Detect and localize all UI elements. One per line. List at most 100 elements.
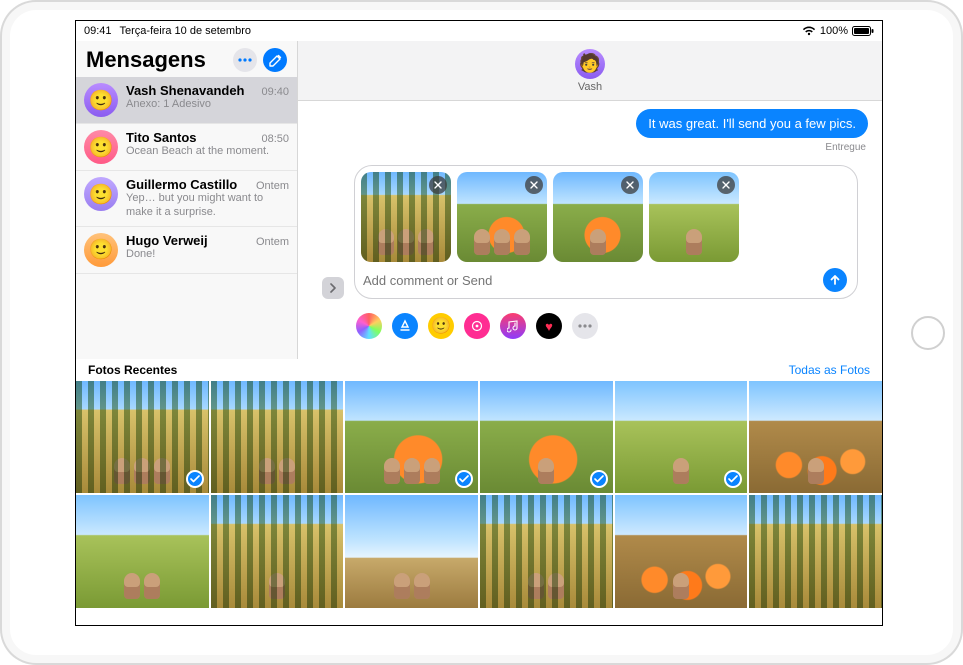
- close-icon: [530, 181, 538, 189]
- screen: 09:41 Terça-feira 10 de setembro 100% Me…: [75, 20, 883, 626]
- sidebar-header: Mensagens: [76, 41, 297, 77]
- delivered-label: Entregue: [312, 142, 868, 153]
- photo-thumb: [480, 495, 613, 607]
- contact-name: Vash: [578, 81, 602, 93]
- app-music-icon[interactable]: [500, 313, 526, 339]
- conversation-preview: Ocean Beach at the moment.: [126, 145, 289, 159]
- conversation-time: 09:40: [261, 86, 289, 98]
- staged-photo[interactable]: [361, 172, 451, 262]
- conversation-name: Guillermo Castillo: [126, 177, 250, 192]
- photo-thumb: [615, 495, 748, 607]
- compose-icon: [269, 54, 282, 67]
- conversation-item[interactable]: 🙂 Hugo Verweij Ontem Done!: [76, 227, 297, 274]
- app-memoji-icon[interactable]: 🙂: [428, 313, 454, 339]
- conversation-item[interactable]: 🙂 Tito Santos 08:50 Ocean Beach at the m…: [76, 124, 297, 171]
- conversation-list[interactable]: 🙂 Vash Shenavandeh 09:40 Anexo: 1 Adesiv…: [76, 77, 297, 359]
- conversation-time: Ontem: [256, 236, 289, 248]
- photo-cell[interactable]: [345, 381, 478, 493]
- photo-grid[interactable]: [76, 381, 882, 608]
- conversation-time: Ontem: [256, 180, 289, 192]
- remove-photo-button[interactable]: [429, 176, 447, 194]
- status-bar: 09:41 Terça-feira 10 de setembro 100%: [76, 21, 882, 41]
- avatar: 🙂: [84, 83, 118, 117]
- photo-cell[interactable]: [480, 381, 613, 493]
- conversation-preview: Yep… but you might want to make it a sur…: [126, 192, 289, 220]
- photos-drawer: Fotos Recentes Todas as Fotos: [76, 359, 882, 625]
- send-button[interactable]: [823, 268, 847, 292]
- compose-staging: [354, 165, 858, 299]
- contact-avatar: 🧑: [575, 49, 605, 79]
- remove-photo-button[interactable]: [621, 176, 639, 194]
- conversation-item[interactable]: 🙂 Vash Shenavandeh 09:40 Anexo: 1 Adesiv…: [76, 77, 297, 124]
- photo-cell[interactable]: [615, 495, 748, 607]
- conversation-preview: Anexo: 1 Adesivo: [126, 98, 289, 112]
- remove-photo-button[interactable]: [525, 176, 543, 194]
- drawer-title: Fotos Recentes: [88, 363, 177, 377]
- all-photos-link[interactable]: Todas as Fotos: [789, 363, 870, 377]
- app-digitaltouch-icon[interactable]: [464, 313, 490, 339]
- sidebar-title: Mensagens: [86, 47, 227, 73]
- staged-photo[interactable]: [553, 172, 643, 262]
- photo-cell[interactable]: [749, 495, 882, 607]
- selected-check-icon: [590, 470, 608, 488]
- ellipsis-icon: [238, 58, 252, 62]
- app-photos-icon[interactable]: [356, 313, 382, 339]
- close-icon: [626, 181, 634, 189]
- conversation-header[interactable]: 🧑 Vash: [298, 41, 882, 101]
- status-time: 09:41: [84, 25, 112, 37]
- avatar: 🙂: [84, 177, 118, 211]
- photo-thumb: [345, 495, 478, 607]
- conversation-preview: Done!: [126, 248, 289, 262]
- photo-cell[interactable]: [76, 381, 209, 493]
- photo-cell[interactable]: [211, 495, 344, 607]
- photo-cell[interactable]: [749, 381, 882, 493]
- staged-photo[interactable]: [457, 172, 547, 262]
- app-activity-icon[interactable]: ♥: [536, 313, 562, 339]
- compose-area: [312, 161, 868, 305]
- close-icon: [722, 181, 730, 189]
- imessage-app-strip: 🙂 ♥: [312, 309, 868, 345]
- photo-thumb: [76, 495, 209, 607]
- photo-cell[interactable]: [615, 381, 748, 493]
- staged-photos-row: [361, 172, 851, 262]
- sent-bubble: It was great. I'll send you a few pics.: [636, 109, 868, 138]
- photo-cell[interactable]: [345, 495, 478, 607]
- conversation-time: 08:50: [261, 133, 289, 145]
- compose-button[interactable]: [263, 48, 287, 72]
- conversation-name: Hugo Verweij: [126, 233, 250, 248]
- photo-thumb: [749, 381, 882, 493]
- sidebar: Mensagens 🙂 Vash Shenavandeh 09:40 Anexo…: [76, 41, 298, 359]
- conversation-pane: 🧑 Vash It was great. I'll send you a few…: [298, 41, 882, 359]
- sent-message-row: It was great. I'll send you a few pics.: [312, 109, 868, 138]
- photo-thumb: [211, 495, 344, 607]
- ipad-frame: 09:41 Terça-feira 10 de setembro 100% Me…: [0, 0, 963, 665]
- compose-input[interactable]: [363, 273, 815, 288]
- arrow-up-icon: [829, 274, 841, 286]
- more-button[interactable]: [233, 48, 257, 72]
- avatar: 🙂: [84, 130, 118, 164]
- photo-thumb: [749, 495, 882, 607]
- conversation-name: Vash Shenavandeh: [126, 83, 255, 98]
- photo-cell[interactable]: [76, 495, 209, 607]
- message-scroll[interactable]: It was great. I'll send you a few pics. …: [298, 101, 882, 359]
- home-button[interactable]: [911, 316, 945, 350]
- main-area: Mensagens 🙂 Vash Shenavandeh 09:40 Anexo…: [76, 41, 882, 625]
- app-appstore-icon[interactable]: [392, 313, 418, 339]
- avatar: 🙂: [84, 233, 118, 267]
- expand-apps-button[interactable]: [322, 277, 344, 299]
- conversation-name: Tito Santos: [126, 130, 255, 145]
- staged-photo[interactable]: [649, 172, 739, 262]
- app-more-icon[interactable]: [572, 313, 598, 339]
- conversation-item[interactable]: 🙂 Guillermo Castillo Ontem Yep… but you …: [76, 171, 297, 227]
- status-date: Terça-feira 10 de setembro: [120, 25, 251, 37]
- battery-icon: [852, 26, 874, 36]
- close-icon: [434, 181, 442, 189]
- remove-photo-button[interactable]: [717, 176, 735, 194]
- wifi-icon: [802, 26, 816, 36]
- battery-pct: 100%: [820, 25, 848, 37]
- photo-cell[interactable]: [211, 381, 344, 493]
- photo-thumb: [211, 381, 344, 493]
- selected-check-icon: [186, 470, 204, 488]
- photo-cell[interactable]: [480, 495, 613, 607]
- chevron-right-icon: [329, 283, 337, 293]
